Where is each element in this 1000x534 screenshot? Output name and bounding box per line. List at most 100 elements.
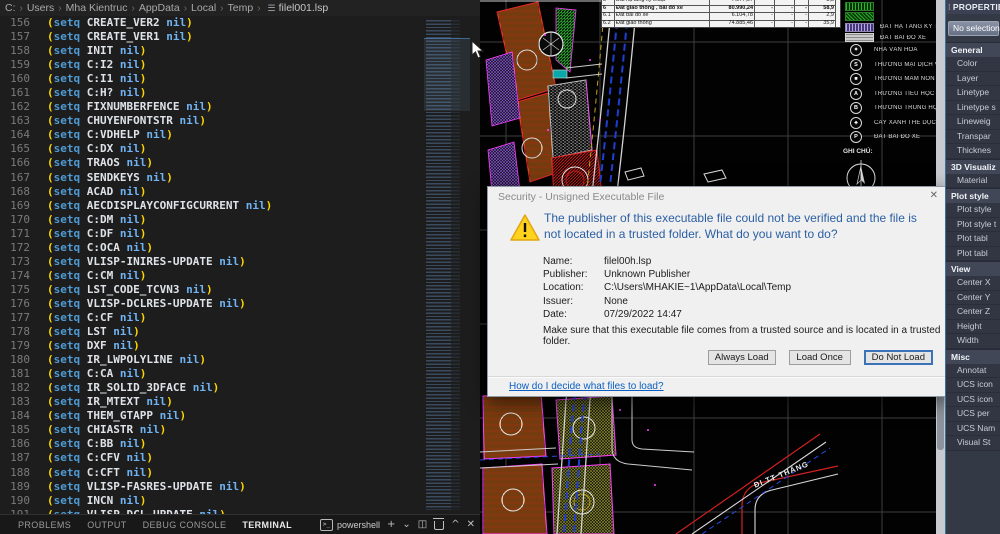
code-line[interactable]: 170(setq C:DM nil) — [0, 213, 424, 227]
code-line[interactable]: 169(setq AECDISPLAYCONFIGCURRENT nil) — [0, 199, 424, 213]
code-line[interactable]: 159(setq C:I2 nil) — [0, 58, 424, 72]
nil-literal: nil — [213, 297, 240, 310]
symbol-name: C:DM — [87, 213, 114, 226]
breadcrumb-item[interactable]: Temp — [227, 2, 255, 14]
property-row[interactable]: Visual St — [946, 436, 1000, 451]
keyword: setq — [54, 339, 87, 352]
code-line[interactable]: 181(setq C:CA nil) — [0, 367, 424, 381]
keyword: setq — [54, 311, 87, 324]
code-line[interactable]: 168(setq ACAD nil) — [0, 185, 424, 199]
code-line[interactable]: 163(setq CHUYENFONTSTR nil) — [0, 114, 424, 128]
shell-selector[interactable]: >_ powershell — [320, 519, 380, 531]
code-line[interactable]: 180(setq IR_LWPOLYLINE nil) — [0, 353, 424, 367]
code-line[interactable]: 189(setq VLISP-FASRES-UPDATE nil) — [0, 480, 424, 494]
dialog-help-link[interactable]: How do I decide what files to load? — [509, 381, 664, 392]
close-panel-icon[interactable]: ✕ — [467, 515, 475, 534]
code-line[interactable]: 160(setq C:I1 nil) — [0, 72, 424, 86]
code-line[interactable]: 156(setq CREATE_VER2 nil) — [0, 16, 424, 30]
breadcrumb-item[interactable]: Mha Kientruc — [65, 2, 129, 14]
code-line[interactable]: 164(setq C:VDHELP nil) — [0, 128, 424, 142]
section-header-view[interactable]: View — [946, 261, 1000, 276]
property-row[interactable]: Center Y — [946, 291, 1000, 306]
section-header-misc[interactable]: Misc — [946, 349, 1000, 364]
property-row[interactable]: Material — [946, 174, 1000, 189]
code-line[interactable]: 158(setq INIT nil) — [0, 44, 424, 58]
code-line[interactable]: 185(setq CHIASTR nil) — [0, 423, 424, 437]
code-line[interactable]: 176(setq VLISP-DCLRES-UPDATE nil) — [0, 297, 424, 311]
property-row[interactable]: Height — [946, 320, 1000, 335]
code-line[interactable]: 184(setq THEM_GTAPP nil) — [0, 409, 424, 423]
property-row[interactable]: Annotat — [946, 364, 1000, 379]
terminal-dropdown-icon[interactable]: ⌄ — [402, 515, 410, 534]
code-line[interactable]: 174(setq C:CM nil) — [0, 269, 424, 283]
property-row[interactable]: Linetype s — [946, 101, 1000, 116]
property-row[interactable]: Plot tabl — [946, 247, 1000, 262]
property-row[interactable]: Linetype — [946, 86, 1000, 101]
panel-tab-debug-console[interactable]: DEBUG CONSOLE — [135, 520, 235, 530]
code-line[interactable]: 162(setq FIXNUMBERFENCE nil) — [0, 100, 424, 114]
code-line[interactable]: 166(setq TRAOS nil) — [0, 156, 424, 170]
property-row[interactable]: Width — [946, 334, 1000, 349]
code-line[interactable]: 179(setq DXF nil) — [0, 339, 424, 353]
do-not-load-button[interactable]: Do Not Load — [864, 350, 933, 365]
breadcrumb-item[interactable]: C: — [4, 2, 17, 14]
section-header-plot-style[interactable]: Plot style — [946, 188, 1000, 203]
property-row[interactable]: Center X — [946, 276, 1000, 291]
properties-header[interactable]: ⁞ PROPERTIES — [946, 0, 1000, 14]
code-line[interactable]: 177(setq C:CF nil) — [0, 311, 424, 325]
code-line[interactable]: 175(setq LST_CODE_TCVN3 nil) — [0, 283, 424, 297]
property-row[interactable]: Layer — [946, 72, 1000, 87]
code-line[interactable]: 183(setq IR_MTEXT nil) — [0, 395, 424, 409]
property-row[interactable]: Plot style t — [946, 218, 1000, 233]
code-line[interactable]: 172(setq C:OCA nil) — [0, 241, 424, 255]
property-row[interactable]: Lineweig — [946, 115, 1000, 130]
breadcrumb-item[interactable]: AppData — [138, 2, 181, 14]
section-header-3d-visualiz[interactable]: 3D Visualiz — [946, 159, 1000, 174]
minimap-viewport[interactable] — [424, 38, 470, 111]
breadcrumb-item[interactable]: Users — [26, 2, 55, 14]
code-line[interactable]: 178(setq LST nil) — [0, 325, 424, 339]
dialog-close-icon[interactable]: ✕ — [930, 190, 938, 201]
code-line[interactable]: 171(setq C:DF nil) — [0, 227, 424, 241]
dialog-field-row: Date:07/29/2022 14:47 — [543, 308, 791, 321]
property-row[interactable]: UCS per — [946, 407, 1000, 422]
property-row[interactable]: Plot tabl — [946, 232, 1000, 247]
property-row[interactable]: UCS icon — [946, 393, 1000, 408]
breadcrumb-item[interactable]: Local — [190, 2, 217, 14]
property-row[interactable]: Color — [946, 57, 1000, 72]
panel-tab-output[interactable]: OUTPUT — [79, 520, 134, 530]
editor-scrollbar[interactable] — [470, 16, 480, 514]
property-row[interactable]: UCS Nam — [946, 422, 1000, 437]
property-row[interactable]: Center Z — [946, 305, 1000, 320]
property-row[interactable]: Plot style — [946, 203, 1000, 218]
code-editor[interactable]: C:›Users›Mha Kientruc›AppData›Local›Temp… — [0, 0, 480, 534]
keyword: setq — [54, 86, 87, 99]
section-header-general[interactable]: General — [946, 42, 1000, 57]
load-once-button[interactable]: Load Once — [789, 350, 851, 365]
code-line[interactable]: 190(setq INCN nil) — [0, 494, 424, 508]
selection-dropdown[interactable]: No selection — [948, 21, 999, 36]
property-row[interactable]: UCS icon — [946, 378, 1000, 393]
breadcrumb-file[interactable]: filel001.lsp — [279, 2, 329, 14]
always-load-button[interactable]: Always Load — [708, 350, 776, 365]
minimap[interactable] — [424, 16, 470, 514]
panel-tab-terminal[interactable]: TERMINAL — [234, 520, 300, 530]
code-line[interactable]: 165(setq C:DX nil) — [0, 142, 424, 156]
code-view[interactable]: 156(setq CREATE_VER2 nil)157(setq CREATE… — [0, 16, 424, 514]
code-line[interactable]: 167(setq SENDKEYS nil) — [0, 171, 424, 185]
palette-grip-icon[interactable]: ⁞ — [948, 3, 951, 12]
code-line[interactable]: 173(setq VLISP-INIRES-UPDATE nil) — [0, 255, 424, 269]
split-terminal-icon[interactable]: ◫ — [418, 515, 427, 534]
code-line[interactable]: 157(setq CREATE_VER1 nil) — [0, 30, 424, 44]
new-terminal-icon[interactable]: + — [387, 515, 395, 534]
code-line[interactable]: 188(setq C:CFT nil) — [0, 466, 424, 480]
panel-tab-problems[interactable]: PROBLEMS — [10, 520, 79, 530]
code-line[interactable]: 161(setq C:H? nil) — [0, 86, 424, 100]
code-line[interactable]: 187(setq C:CFV nil) — [0, 451, 424, 465]
code-line[interactable]: 182(setq IR_SOLID_3DFACE nil) — [0, 381, 424, 395]
maximize-panel-icon[interactable]: ^ — [451, 515, 459, 534]
property-row[interactable]: Thicknes — [946, 144, 1000, 159]
code-line[interactable]: 186(setq C:BB nil) — [0, 437, 424, 451]
kill-terminal-icon[interactable] — [434, 521, 444, 530]
property-row[interactable]: Transpar — [946, 130, 1000, 145]
